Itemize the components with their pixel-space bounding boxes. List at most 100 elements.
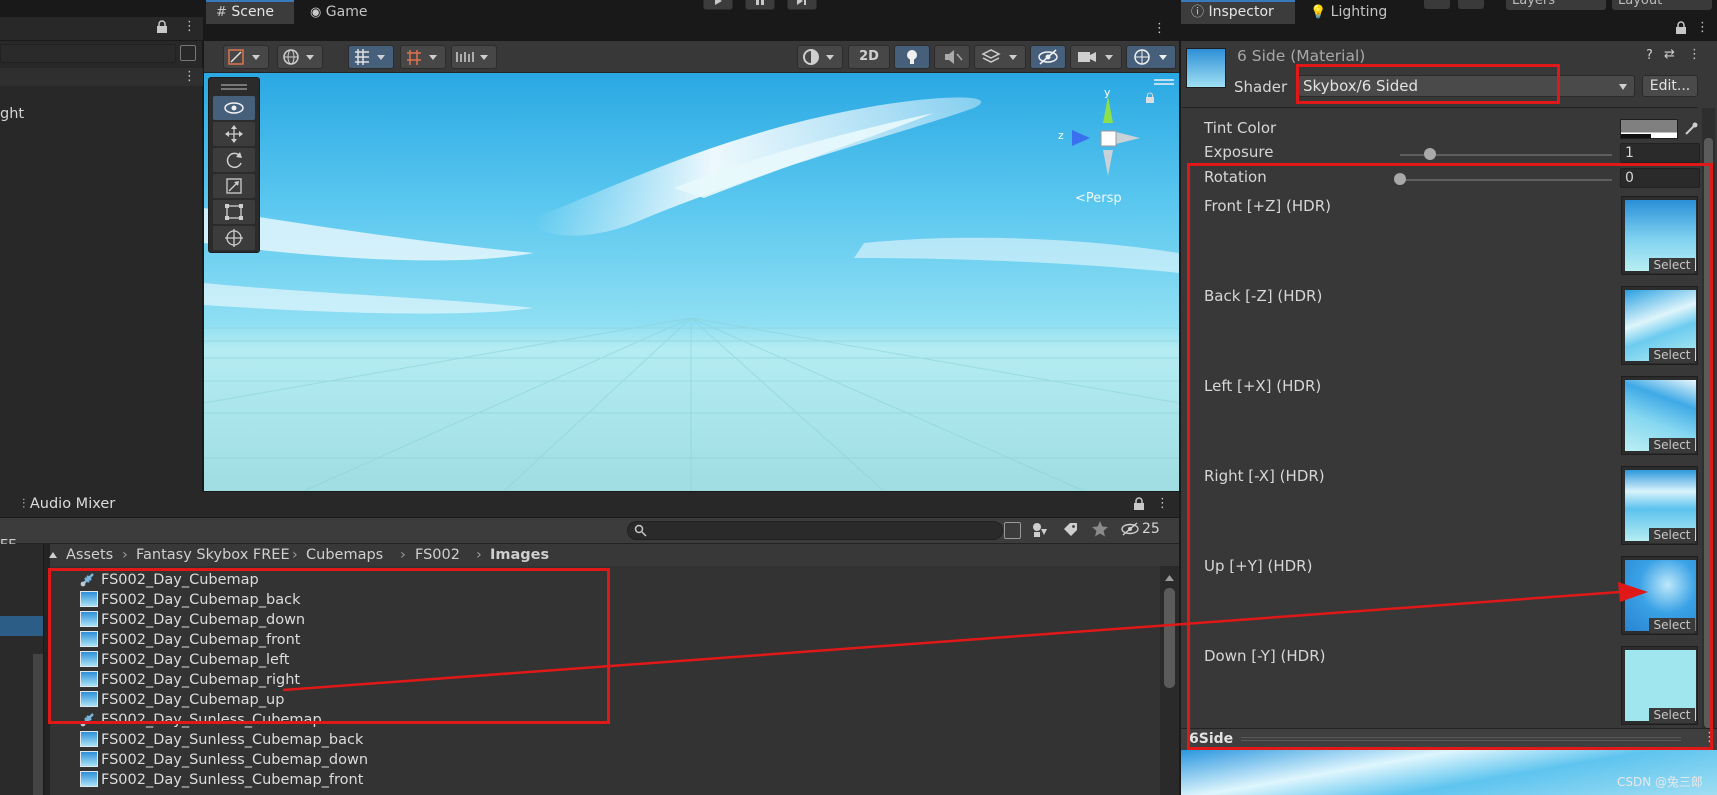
- list-item[interactable]: FS002_Day_Cubemap_left: [80, 650, 290, 670]
- up-texture-slot[interactable]: Select: [1621, 556, 1698, 635]
- history-button[interactable]: [1424, 0, 1450, 9]
- project-search-input[interactable]: [627, 521, 1003, 540]
- folder-tree-selected-row[interactable]: [0, 616, 43, 636]
- tab-audio-mixer[interactable]: ⫶ Audio Mixer: [22, 496, 115, 512]
- back-texture-slot[interactable]: Select: [1621, 286, 1698, 365]
- list-item[interactable]: FS002_Day_Cubemap_up: [80, 690, 284, 710]
- scene-menu-icon[interactable]: ⋮: [183, 69, 196, 84]
- 2d-toggle-button[interactable]: 2D: [848, 45, 890, 69]
- filter-by-label-icon[interactable]: [1061, 521, 1079, 539]
- grid-toggle-button[interactable]: [348, 45, 394, 69]
- breadcrumb-images[interactable]: Images: [490, 544, 549, 566]
- breadcrumb-cubemaps[interactable]: Cubemaps: [306, 544, 383, 566]
- rect-tool-button[interactable]: [213, 200, 255, 224]
- draw-mode-dropdown[interactable]: [223, 45, 269, 69]
- increment-snap-dropdown[interactable]: [451, 45, 497, 69]
- layout-dropdown[interactable]: Layout: [1612, 0, 1712, 10]
- tab-scene[interactable]: # Scene: [206, 0, 294, 24]
- audio-toggle-button[interactable]: [934, 45, 970, 69]
- rotation-field[interactable]: 0: [1620, 168, 1700, 188]
- search-by-type-button[interactable]: [1004, 522, 1021, 539]
- rotation-slider-handle[interactable]: [1394, 173, 1406, 185]
- breadcrumb-fantasy-skybox[interactable]: Fantasy Skybox FREE: [136, 544, 290, 566]
- hidden-objects-toggle-button[interactable]: [1030, 45, 1066, 69]
- view-tool-button[interactable]: [213, 96, 255, 120]
- scrollbar-thumb[interactable]: [1164, 588, 1175, 688]
- preview-header[interactable]: 6Side ⋮: [1181, 728, 1717, 750]
- preview-more-icon[interactable]: ⋮: [1703, 730, 1716, 745]
- breadcrumb-fs002[interactable]: FS002: [415, 544, 460, 566]
- tint-color-swatch[interactable]: [1620, 119, 1678, 139]
- tab-inspector[interactable]: ⓘ Inspector: [1181, 0, 1295, 24]
- view-lock-icon[interactable]: [1145, 92, 1155, 104]
- transform-tool-button[interactable]: [213, 226, 255, 250]
- layers-dropdown[interactable]: Layers: [1506, 0, 1606, 10]
- select-button[interactable]: Select: [1649, 708, 1695, 723]
- select-button[interactable]: Select: [1649, 618, 1695, 633]
- camera-settings-dropdown[interactable]: [1070, 45, 1122, 69]
- select-button[interactable]: Select: [1649, 438, 1695, 453]
- effects-dropdown[interactable]: [974, 45, 1026, 69]
- list-item[interactable]: FS002_Day_Cubemap_down: [80, 610, 305, 630]
- hierarchy-search-input[interactable]: [0, 44, 176, 63]
- scene-viewport[interactable]: [204, 73, 1179, 491]
- material-more-icon[interactable]: ⋮: [1688, 47, 1701, 62]
- step-button[interactable]: [787, 0, 817, 10]
- exposure-slider-handle[interactable]: [1423, 148, 1436, 160]
- breadcrumb-assets[interactable]: Assets: [66, 544, 113, 566]
- select-button[interactable]: Select: [1649, 528, 1695, 543]
- rotation-slider[interactable]: [1400, 179, 1612, 181]
- favorites-star-icon[interactable]: [1091, 520, 1109, 538]
- search-button[interactable]: [1458, 0, 1484, 9]
- scale-tool-button[interactable]: [213, 174, 255, 198]
- help-icon[interactable]: ?: [1646, 48, 1653, 63]
- eyedropper-icon[interactable]: [1683, 121, 1699, 137]
- search-by-type-icon[interactable]: [180, 45, 196, 61]
- lighting-toggle-button[interactable]: [894, 45, 930, 69]
- preset-icon[interactable]: ⇄: [1664, 47, 1675, 62]
- list-item[interactable]: FS002_Day_Sunless_Cubemap_front: [80, 770, 363, 790]
- rotate-tool-button[interactable]: [213, 148, 255, 172]
- right-texture-slot[interactable]: Select: [1621, 466, 1698, 545]
- inspector-more-icon[interactable]: ⋮: [1696, 20, 1709, 35]
- edit-shader-button[interactable]: Edit...: [1642, 75, 1698, 97]
- list-item[interactable]: FS002_Day_Cubemap_right: [80, 670, 300, 690]
- select-button[interactable]: Select: [1649, 258, 1695, 273]
- list-item[interactable]: FS002_Day_Cubemap_front: [80, 630, 301, 650]
- folder-tree-scrollbar[interactable]: [33, 654, 43, 795]
- tab-game[interactable]: ◉ Game: [300, 0, 390, 24]
- left-texture-slot[interactable]: Select: [1621, 376, 1698, 455]
- scene-more-icon[interactable]: ⋮: [1153, 21, 1166, 36]
- down-texture-slot[interactable]: Select: [1621, 646, 1698, 725]
- move-tool-button[interactable]: [213, 122, 255, 146]
- file-list-scrollbar[interactable]: [1160, 566, 1179, 795]
- hierarchy-item[interactable]: ght: [0, 106, 24, 122]
- scene-root-row[interactable]: [0, 68, 203, 86]
- front-texture-slot[interactable]: Select: [1621, 196, 1698, 275]
- orientation-gizmo[interactable]: [1052, 88, 1152, 183]
- render-mode-dropdown[interactable]: [277, 45, 323, 69]
- inspector-lock-icon[interactable]: [1675, 21, 1687, 35]
- select-button[interactable]: Select: [1649, 348, 1695, 363]
- lock-icon[interactable]: [156, 20, 168, 34]
- shader-dropdown[interactable]: Skybox/6 Sided: [1298, 75, 1635, 97]
- inspector-scrollbar[interactable]: [1702, 108, 1715, 728]
- projection-label[interactable]: <Persp: [1075, 191, 1122, 206]
- play-button[interactable]: [703, 0, 733, 10]
- project-lock-icon[interactable]: [1133, 497, 1145, 511]
- kebab-menu-icon[interactable]: ⋮: [183, 19, 196, 34]
- shading-dropdown[interactable]: [797, 45, 843, 69]
- project-more-icon[interactable]: ⋮: [1156, 496, 1169, 511]
- gizmos-dropdown[interactable]: [1126, 45, 1176, 69]
- scrollbar-thumb[interactable]: [1704, 138, 1713, 728]
- tab-lighting[interactable]: 💡 Lighting: [1300, 0, 1410, 24]
- list-item[interactable]: FS002_Day_Sunless_Cubemap_back: [80, 730, 363, 750]
- preview-resize-handle[interactable]: [1241, 737, 1681, 741]
- pause-button[interactable]: [745, 0, 775, 10]
- filter-by-type-icon[interactable]: [1031, 521, 1049, 539]
- list-item[interactable]: FS002_Day_Sunless_Cubemap: [80, 710, 322, 730]
- list-item[interactable]: FS002_Day_Sunless_Cubemap_down: [80, 750, 368, 770]
- hidden-packages-toggle[interactable]: [1121, 520, 1141, 538]
- list-item[interactable]: FS002_Day_Cubemap: [80, 570, 259, 590]
- exposure-field[interactable]: 1: [1620, 143, 1700, 163]
